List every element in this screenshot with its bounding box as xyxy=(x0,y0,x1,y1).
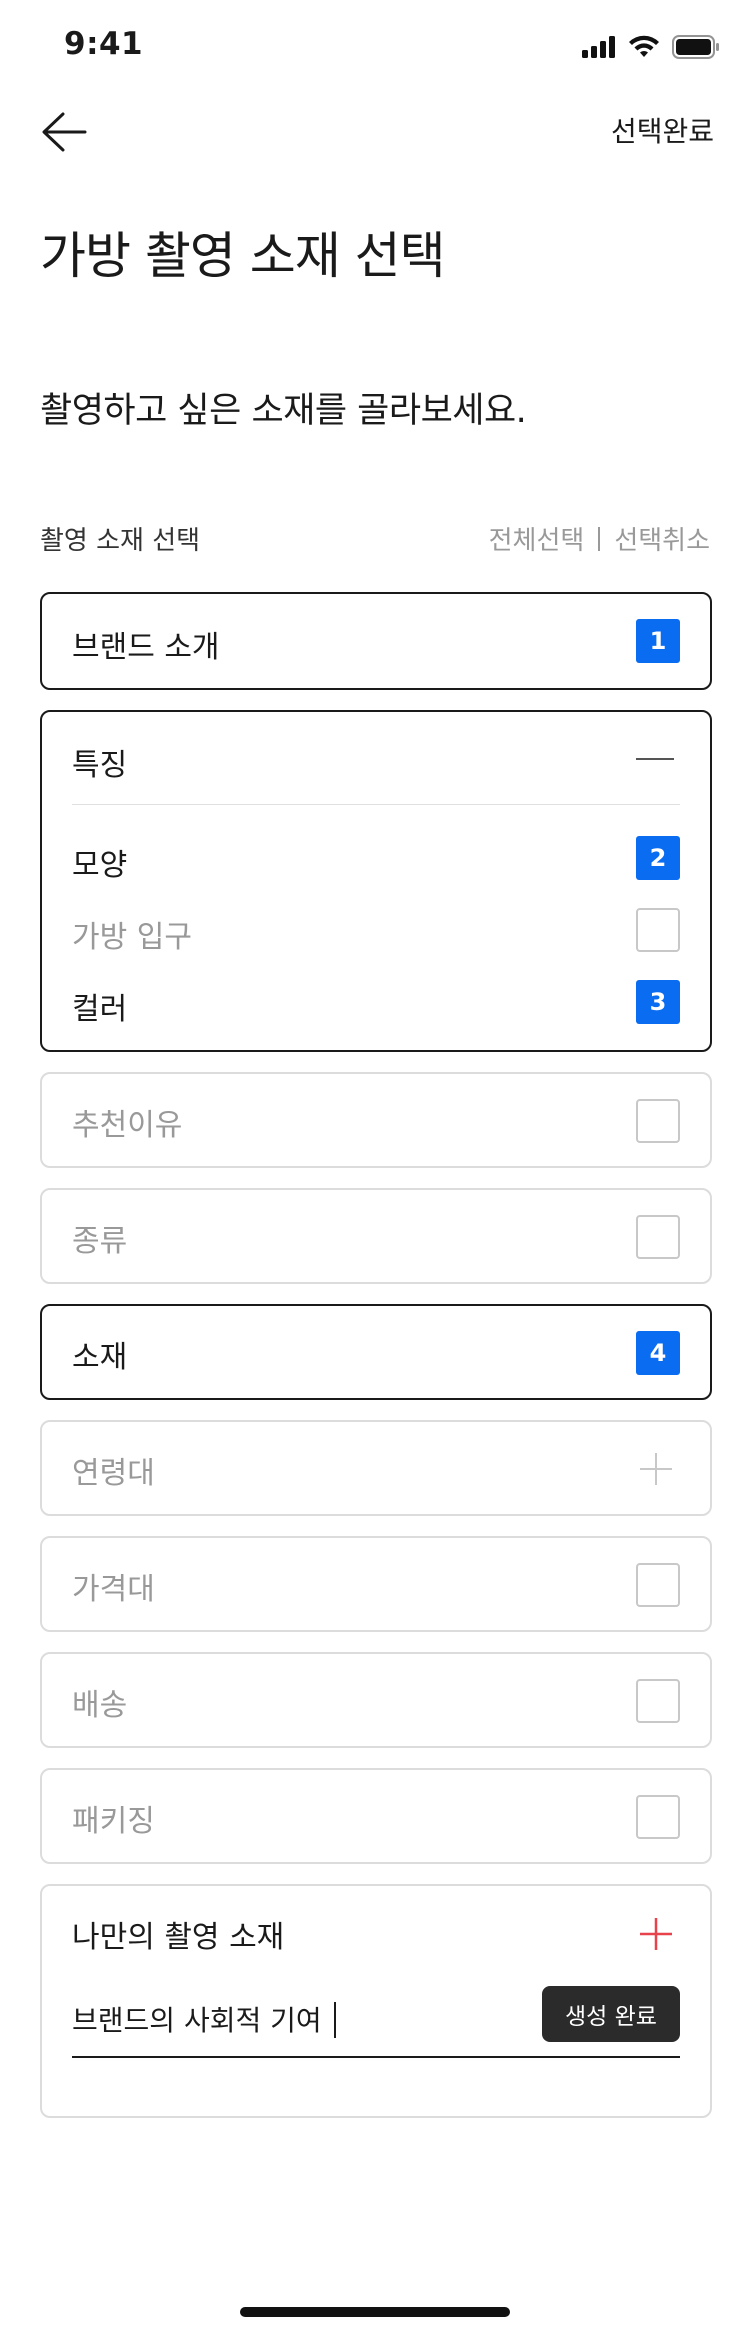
arrow-left-icon xyxy=(42,112,87,152)
item-label: 추천이유 xyxy=(72,1108,183,1143)
collapse-icon[interactable] xyxy=(636,758,674,760)
plus-icon[interactable] xyxy=(638,1451,674,1487)
subitem-label[interactable]: 가방 입구 xyxy=(72,912,192,956)
subitem-label[interactable]: 모양 xyxy=(72,840,127,884)
item-type[interactable]: 종류 xyxy=(40,1188,712,1284)
item-label: 패키징 xyxy=(72,1804,155,1839)
checkbox[interactable] xyxy=(636,1795,680,1839)
text-caret xyxy=(334,2002,336,2038)
selected-checkbox[interactable]: 2 xyxy=(636,836,680,880)
section-label: 촬영 소재 선택 xyxy=(40,526,201,556)
battery-icon xyxy=(672,35,719,59)
back-button[interactable] xyxy=(36,104,92,160)
section-actions: 전체선택 선택취소 xyxy=(489,520,710,557)
item-label: 연령대 xyxy=(72,1456,155,1491)
checkbox[interactable] xyxy=(636,1099,680,1143)
deselect-all-link[interactable]: 선택취소 xyxy=(614,520,710,557)
item-shipping[interactable]: 배송 xyxy=(40,1652,712,1748)
checkbox[interactable] xyxy=(636,1563,680,1607)
page-title: 가방 촬영 소재 선택 xyxy=(40,227,446,285)
status-icons xyxy=(582,32,720,62)
checkbox[interactable] xyxy=(636,1679,680,1723)
subitem-label[interactable]: 컬러 xyxy=(72,984,127,1028)
selected-checkbox[interactable]: 3 xyxy=(636,980,680,1024)
create-button[interactable]: 생성 완료 xyxy=(542,1986,680,2042)
item-label: 특징 xyxy=(72,748,128,783)
custom-input-row: 생성 완료 xyxy=(72,1986,680,2062)
done-button[interactable]: 선택완료 xyxy=(611,110,714,150)
divider xyxy=(72,804,680,805)
signal-icon xyxy=(582,36,615,58)
item-label: 소재 xyxy=(72,1340,128,1375)
wifi-icon xyxy=(629,35,659,57)
custom-subject-card: 나만의 촬영 소재 생성 완료 xyxy=(40,1884,712,2118)
selected-checkbox[interactable]: 1 xyxy=(636,619,680,663)
item-packaging[interactable]: 패키징 xyxy=(40,1768,712,1864)
item-material[interactable]: 소재 4 xyxy=(40,1304,712,1400)
checkbox[interactable] xyxy=(636,1215,680,1259)
subtitle: 촬영하고 싶은 소재를 골라보세요. xyxy=(40,391,527,431)
add-icon[interactable] xyxy=(638,1916,674,1952)
custom-subject-label: 나만의 촬영 소재 xyxy=(72,1920,285,1955)
divider xyxy=(598,526,601,551)
status-time: 9:41 xyxy=(64,26,144,62)
item-brand-intro[interactable]: 브랜드 소개 1 xyxy=(40,592,712,690)
selected-checkbox[interactable]: 4 xyxy=(636,1331,680,1375)
custom-subject-input[interactable] xyxy=(72,1992,532,2046)
checkbox[interactable] xyxy=(636,908,680,952)
item-recommend-reason[interactable]: 추천이유 xyxy=(40,1072,712,1168)
item-age-range[interactable]: 연령대 xyxy=(40,1420,712,1516)
item-label: 브랜드 소개 xyxy=(72,630,220,665)
item-features-group: 특징 모양 2 가방 입구 컬러 3 xyxy=(40,710,712,1052)
home-indicator xyxy=(240,2307,510,2317)
input-underline xyxy=(72,2056,680,2058)
item-label: 종류 xyxy=(72,1224,128,1259)
item-label: 가격대 xyxy=(72,1572,155,1607)
select-all-link[interactable]: 전체선택 xyxy=(489,520,585,557)
item-price-range[interactable]: 가격대 xyxy=(40,1536,712,1632)
item-label: 배송 xyxy=(72,1688,128,1723)
